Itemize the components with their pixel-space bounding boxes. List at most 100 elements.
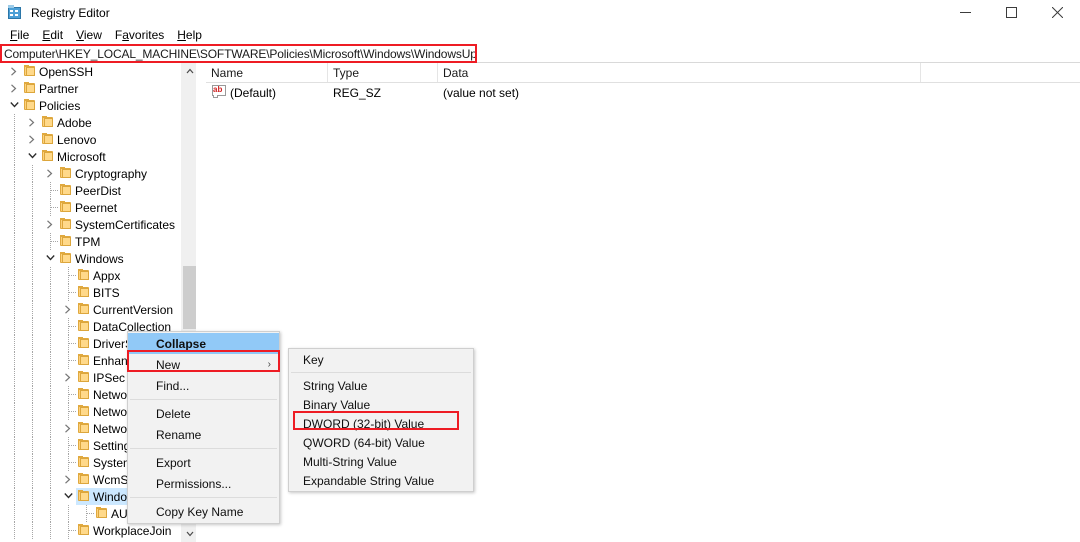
- tree-guide-line: [32, 420, 34, 437]
- chevron-right-icon[interactable]: [6, 80, 22, 97]
- context-menu-item-delete[interactable]: Delete: [128, 403, 279, 424]
- submenu-item-key[interactable]: Key: [289, 350, 473, 369]
- context-menu-item-find[interactable]: Find...: [128, 375, 279, 396]
- tree-guide-line: [14, 216, 16, 233]
- tree-guide-line: [32, 352, 34, 369]
- tree-guide-line: [32, 284, 34, 301]
- tree-guide-line: [32, 522, 34, 539]
- tree-item-label: Windows: [74, 252, 124, 266]
- scroll-down-arrow[interactable]: [182, 526, 197, 542]
- tree-guide-line: [50, 369, 52, 386]
- menu-favorites[interactable]: Favorites: [109, 27, 171, 43]
- tree-item-tpm[interactable]: TPM: [0, 233, 196, 250]
- context-menu-item-label: New: [156, 358, 180, 372]
- tree-item-openssh[interactable]: OpenSSH: [0, 63, 196, 80]
- tree-item-systemcertificates[interactable]: SystemCertificates: [0, 216, 196, 233]
- tree-scrollbar-thumb[interactable]: [183, 266, 196, 329]
- submenu-item-string-value[interactable]: String Value: [289, 376, 473, 395]
- context-menu-item-copy-key-name[interactable]: Copy Key Name: [128, 501, 279, 522]
- folder-icon: [76, 352, 92, 369]
- tree-guide-line: [50, 522, 52, 539]
- chevron-right-icon[interactable]: [60, 420, 76, 437]
- tree-guide-line: [32, 216, 34, 233]
- tree-item-workplacejoin[interactable]: WorkplaceJoin: [0, 522, 196, 539]
- context-menu-item-rename[interactable]: Rename: [128, 424, 279, 445]
- tree-context-menu[interactable]: CollapseNew› Find... DeleteRename ExportPer…: [127, 331, 280, 524]
- scroll-up-arrow[interactable]: [182, 63, 197, 79]
- chevron-right-icon[interactable]: [24, 114, 40, 131]
- tree-no-chevron: [42, 182, 58, 199]
- tree-item-microsoft[interactable]: Microsoft: [0, 148, 196, 165]
- context-menu-item-label: Find...: [156, 379, 189, 393]
- tree-item-adobe[interactable]: Adobe: [0, 114, 196, 131]
- tree-guide-line: [14, 250, 16, 267]
- tree-guide-line: [14, 437, 16, 454]
- tree-item-label: IPSec: [92, 371, 125, 385]
- tree-guide-line: [14, 318, 16, 335]
- address-bar[interactable]: Computer\HKEY_LOCAL_MACHINE\SOFTWARE\Pol…: [0, 44, 477, 63]
- tree-no-chevron: [60, 335, 76, 352]
- window-title: Registry Editor: [31, 6, 110, 20]
- menu-file[interactable]: File: [4, 27, 36, 43]
- chevron-right-icon[interactable]: [42, 165, 58, 182]
- menu-help[interactable]: Help: [171, 27, 209, 43]
- values-column-header[interactable]: NameTypeData: [206, 63, 1080, 83]
- chevron-down-icon[interactable]: [60, 488, 76, 505]
- folder-icon: [76, 437, 92, 454]
- string-value-icon: ab: [212, 85, 226, 98]
- tree-guide-line: [32, 488, 34, 505]
- context-menu-item-label: Copy Key Name: [156, 505, 243, 519]
- chevron-right-icon[interactable]: [60, 301, 76, 318]
- window-controls: [942, 0, 1080, 25]
- folder-icon: [58, 216, 74, 233]
- menu-view[interactable]: View: [70, 27, 109, 43]
- folder-icon: [58, 182, 74, 199]
- table-row[interactable]: ab(Default)REG_SZ(value not set): [206, 83, 1080, 102]
- tree-item-appx[interactable]: Appx: [0, 267, 196, 284]
- submenu-item-dword-32-bit-value[interactable]: DWORD (32-bit) Value: [289, 414, 473, 433]
- chevron-right-icon[interactable]: [60, 471, 76, 488]
- new-submenu[interactable]: Key String ValueBinary ValueDWORD (32-bit…: [288, 348, 474, 492]
- submenu-item-binary-value[interactable]: Binary Value: [289, 395, 473, 414]
- tree-item-label: Peernet: [74, 201, 117, 215]
- context-menu-item-collapse[interactable]: Collapse: [128, 333, 279, 354]
- tree-guide-line: [14, 114, 16, 131]
- menu-edit[interactable]: Edit: [36, 27, 70, 43]
- column-header-data[interactable]: Data: [438, 63, 921, 82]
- submenu-item-qword-64-bit-value[interactable]: QWORD (64-bit) Value: [289, 433, 473, 452]
- tree-no-chevron: [42, 233, 58, 250]
- tree-item-cryptography[interactable]: Cryptography: [0, 165, 196, 182]
- tree-item-peernet[interactable]: Peernet: [0, 199, 196, 216]
- context-menu-item-new[interactable]: New›: [128, 354, 279, 375]
- tree-guide-line: [32, 301, 34, 318]
- tree-item-policies[interactable]: Policies: [0, 97, 196, 114]
- tree-item-lenovo[interactable]: Lenovo: [0, 131, 196, 148]
- column-header-name[interactable]: Name: [206, 63, 328, 82]
- tree-item-bits[interactable]: BITS: [0, 284, 196, 301]
- tree-item-currentversion[interactable]: CurrentVersion: [0, 301, 196, 318]
- submenu-item-multi-string-value[interactable]: Multi-String Value: [289, 452, 473, 471]
- chevron-down-icon[interactable]: [42, 250, 58, 267]
- chevron-down-icon[interactable]: [6, 97, 22, 114]
- context-menu-item-permissions[interactable]: Permissions...: [128, 473, 279, 494]
- tree-item-partner[interactable]: Partner: [0, 80, 196, 97]
- tree-guide-line: [50, 403, 52, 420]
- column-header-type[interactable]: Type: [328, 63, 438, 82]
- close-button[interactable]: [1034, 0, 1080, 25]
- minimize-button[interactable]: [942, 0, 988, 25]
- folder-icon: [76, 420, 92, 437]
- chevron-right-icon[interactable]: [24, 131, 40, 148]
- tree-guide-line: [50, 284, 52, 301]
- maximize-button[interactable]: [988, 0, 1034, 25]
- context-menu-item-export[interactable]: Export: [128, 452, 279, 473]
- tree-guide-line: [14, 471, 16, 488]
- address-bar-filler: [477, 44, 1080, 63]
- chevron-down-icon[interactable]: [24, 148, 40, 165]
- chevron-right-icon[interactable]: [60, 369, 76, 386]
- chevron-right-icon[interactable]: [6, 63, 22, 80]
- folder-icon: [76, 471, 92, 488]
- tree-item-peerdist[interactable]: PeerDist: [0, 182, 196, 199]
- chevron-right-icon[interactable]: [42, 216, 58, 233]
- tree-item-windows[interactable]: Windows: [0, 250, 196, 267]
- submenu-item-expandable-string-value[interactable]: Expandable String Value: [289, 471, 473, 490]
